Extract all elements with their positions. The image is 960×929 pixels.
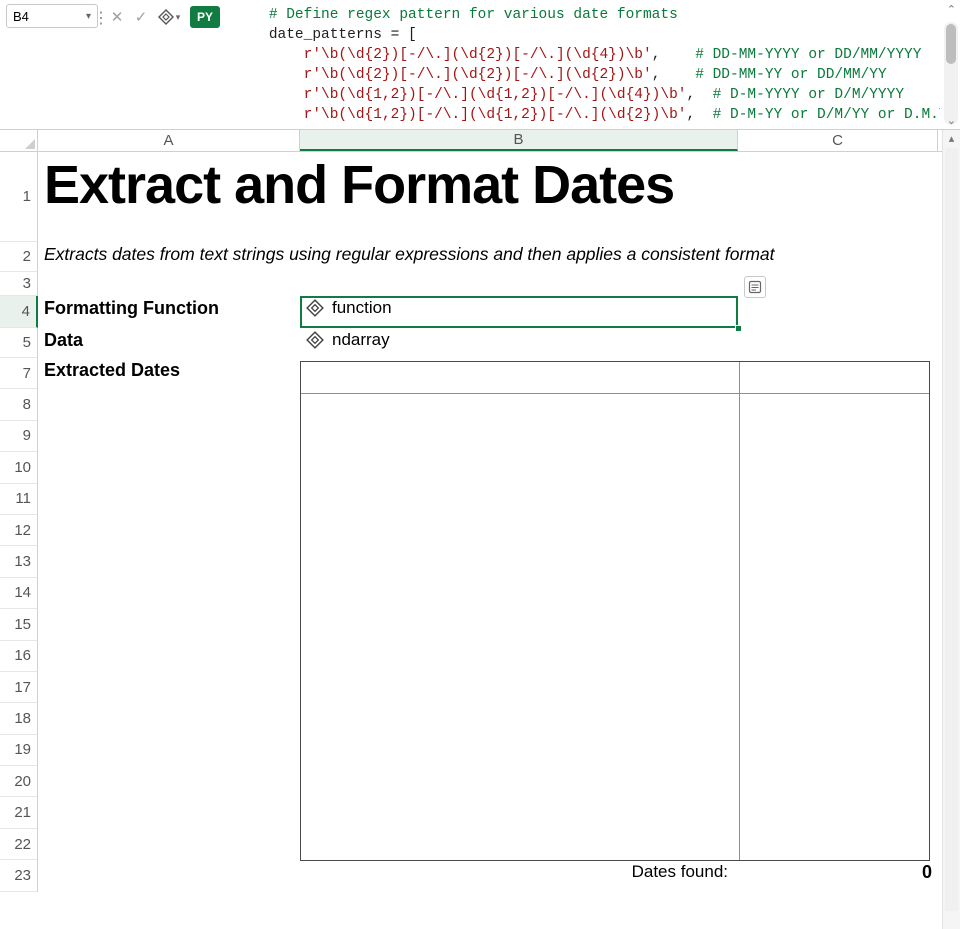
label-data: Data: [44, 330, 83, 350]
row-header-16[interactable]: 16: [0, 641, 38, 672]
row-header-1[interactable]: 1: [0, 152, 38, 242]
output-table: [300, 361, 930, 861]
row-header-18[interactable]: 18: [0, 703, 38, 734]
code-line: r'\b(\d{1,2})[-/\.](\d{1,2})[-/\.](\d{2}…: [234, 107, 940, 123]
row-header-13[interactable]: 13: [0, 546, 38, 577]
column-header-C[interactable]: C: [738, 130, 938, 151]
row-header-23[interactable]: 23: [0, 860, 38, 891]
accept-button[interactable]: ✓: [130, 6, 152, 28]
scrollbar-thumb[interactable]: [946, 24, 956, 64]
python-object-icon: [306, 331, 324, 349]
page-subtitle: Extracts dates from text strings using r…: [44, 244, 932, 265]
code-line: # Define regex pattern for various date …: [234, 7, 678, 23]
cell-B5[interactable]: ndarray: [306, 330, 732, 350]
code-line: r'\b(\d{2})[-/\.](\d{2})[-/\.](\d{2})\b'…: [234, 67, 887, 83]
value-dates-found: 0: [922, 862, 932, 882]
code-line: r'\b(\d{1,2})[-/\.](\d{1,2})[-/\.](\d{4}…: [234, 87, 904, 103]
select-all-corner[interactable]: [0, 130, 38, 151]
cell-B4-value: function: [332, 298, 392, 318]
code-line: r'\b(\d{2})[-/\.](\d{2})[-/\.](\d{4})\b'…: [234, 47, 921, 63]
diamond-icon: [158, 9, 174, 25]
scroll-down-icon: ⌄: [947, 114, 956, 127]
spreadsheet-grid[interactable]: A B C 1 Extract and Format Dates 2 Extra…: [0, 130, 942, 929]
insert-data-card-button[interactable]: [744, 276, 766, 298]
row-header-2[interactable]: 2: [0, 242, 38, 272]
name-box-value: B4: [13, 9, 29, 24]
python-badge: PY: [190, 6, 220, 28]
row-header-9[interactable]: 9: [0, 421, 38, 452]
chevron-down-icon: ▾: [176, 12, 181, 23]
row-header-14[interactable]: 14: [0, 578, 38, 609]
row-header-3[interactable]: 3: [0, 272, 38, 296]
label-dates-found: Dates found:: [632, 862, 728, 881]
collapse-formula-bar-button[interactable]: ⌃: [947, 3, 956, 16]
row-header-8[interactable]: 8: [0, 389, 38, 420]
code-editor[interactable]: # Define regex pattern for various date …: [220, 0, 940, 129]
row-header-5[interactable]: 5: [0, 328, 38, 358]
fill-handle[interactable]: [735, 325, 742, 332]
scroll-up-icon[interactable]: ▴: [943, 132, 960, 145]
cancel-button[interactable]: ✕: [106, 6, 128, 28]
row-header-20[interactable]: 20: [0, 766, 38, 797]
column-headers: A B C: [0, 130, 942, 152]
cell-B5-value: ndarray: [332, 330, 390, 350]
vertical-scrollbar[interactable]: ▴: [942, 130, 960, 929]
row-header-22[interactable]: 22: [0, 829, 38, 860]
row-header-19[interactable]: 19: [0, 735, 38, 766]
name-box[interactable]: B4 ▾: [6, 4, 98, 28]
column-header-A[interactable]: A: [38, 130, 300, 151]
python-output-mode-button[interactable]: ▾: [156, 6, 182, 28]
row-header-17[interactable]: 17: [0, 672, 38, 703]
cell-B4[interactable]: function: [306, 298, 732, 318]
row-header-11[interactable]: 11: [0, 484, 38, 515]
scrollbar-track[interactable]: [945, 148, 958, 911]
code-line: date_patterns = [: [234, 27, 417, 43]
column-header-B[interactable]: B: [300, 130, 738, 151]
formula-bar: B4 ▾ ⋮ ✕ ✓ ▾ PY # Define regex pattern f…: [0, 0, 960, 130]
formula-bar-scrollbar[interactable]: [944, 22, 958, 125]
separator-icon: ⋮: [98, 0, 104, 129]
row-header-21[interactable]: 21: [0, 797, 38, 828]
label-formatting-function: Formatting Function: [44, 298, 219, 318]
row-header-15[interactable]: 15: [0, 609, 38, 640]
row-header-4[interactable]: 4: [0, 296, 38, 328]
row-header-10[interactable]: 10: [0, 452, 38, 483]
python-object-icon: [306, 299, 324, 317]
page-title: Extract and Format Dates: [44, 154, 932, 216]
row-header-7[interactable]: 7: [0, 358, 38, 389]
label-extracted-dates: Extracted Dates: [44, 360, 180, 380]
row-header-12[interactable]: 12: [0, 515, 38, 546]
chevron-down-icon: ▾: [86, 11, 91, 22]
